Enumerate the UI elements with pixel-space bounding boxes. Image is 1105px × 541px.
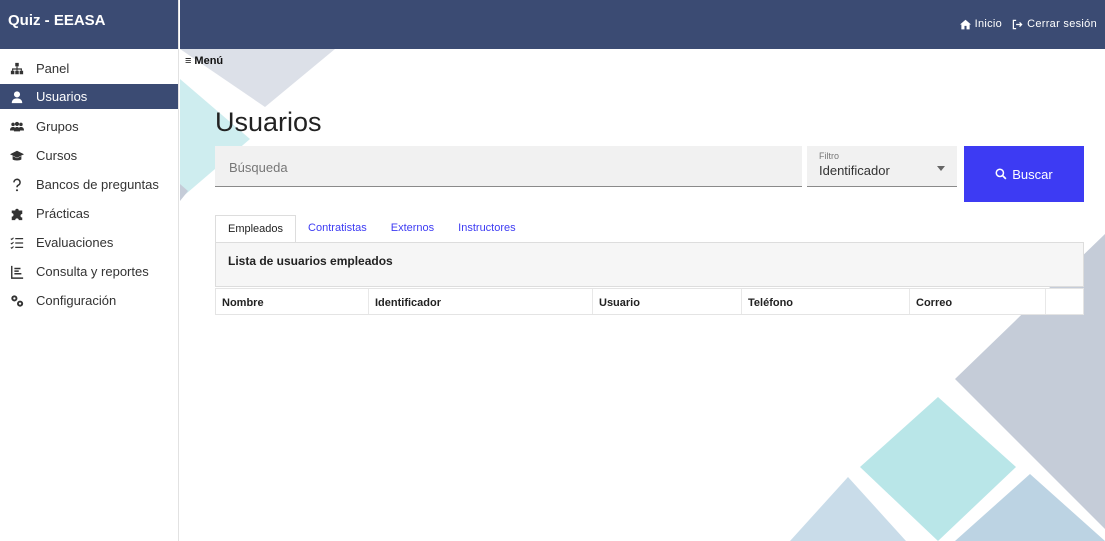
sidebar-item-label: Evaluaciones <box>36 235 114 250</box>
sidebar: Quiz - EEASA Panel Usuarios Grupos Curso… <box>0 0 179 541</box>
filter-select[interactable]: Filtro Identificador <box>807 146 957 187</box>
tab-instructores[interactable]: Instructores <box>446 215 527 243</box>
column-header-identificador[interactable]: Identificador <box>369 289 593 314</box>
search-button-label: Buscar <box>1012 166 1053 182</box>
sidebar-nav: Panel Usuarios Grupos Cursos Bancos de p… <box>0 49 178 315</box>
sidebar-item-consulta-y-reportes[interactable]: Consulta y reportes <box>0 257 178 286</box>
sidebar-item-evaluaciones[interactable]: Evaluaciones <box>0 228 178 257</box>
sidebar-item-label: Prácticas <box>36 206 90 221</box>
top-bar: Inicio Cerrar sesión <box>180 0 1105 49</box>
table-header: Nombre Identificador Usuario Teléfono Co… <box>215 288 1084 315</box>
logout-icon <box>1012 19 1023 29</box>
home-icon <box>959 19 971 29</box>
gears-icon <box>8 294 26 308</box>
question-icon <box>8 178 26 192</box>
sidebar-item-practicas[interactable]: Prácticas <box>0 199 178 228</box>
sidebar-item-bancos-de-preguntas[interactable]: Bancos de preguntas <box>0 170 178 199</box>
menu-label: Menú <box>194 55 224 67</box>
puzzle-icon <box>8 207 26 221</box>
column-header-nombre[interactable]: Nombre <box>216 289 369 314</box>
home-link[interactable]: Inicio <box>959 18 1003 30</box>
sidebar-item-label: Panel <box>36 61 70 76</box>
sidebar-item-usuarios[interactable]: Usuarios <box>0 84 178 109</box>
top-links: Inicio Cerrar sesión <box>959 18 1097 30</box>
panel-heading: Lista de usuarios empleados <box>215 242 1084 287</box>
user-type-tabs: Empleados Contratistas Externos Instruct… <box>215 215 528 243</box>
sidebar-item-label: Grupos <box>36 119 79 134</box>
sidebar-item-label: Consulta y reportes <box>36 264 149 279</box>
report-icon <box>8 265 26 279</box>
sidebar-item-label: Bancos de preguntas <box>36 177 159 192</box>
filter-label: Filtro <box>819 151 839 161</box>
sidebar-item-grupos[interactable]: Grupos <box>0 112 178 141</box>
tab-empleados[interactable]: Empleados <box>215 215 297 243</box>
column-header-usuario[interactable]: Usuario <box>593 289 742 314</box>
sidebar-item-cursos[interactable]: Cursos <box>0 141 178 170</box>
search-placeholder: Búsqueda <box>229 160 288 175</box>
panel-title: Lista de usuarios empleados <box>228 254 393 268</box>
home-link-label: Inicio <box>974 18 1003 30</box>
logout-link-label: Cerrar sesión <box>1027 18 1097 30</box>
sidebar-item-label: Configuración <box>36 293 117 308</box>
search-icon <box>995 168 1007 180</box>
sidebar-item-configuracion[interactable]: Configuración <box>0 286 178 315</box>
tab-externos[interactable]: Externos <box>379 215 446 243</box>
sidebar-item-label: Usuarios <box>36 89 88 104</box>
menu-toggle[interactable]: ≡ Menú <box>185 55 223 67</box>
sidebar-item-panel[interactable]: Panel <box>0 54 178 83</box>
sitemap-icon <box>8 62 26 76</box>
logout-link[interactable]: Cerrar sesión <box>1012 18 1097 30</box>
users-icon <box>8 120 26 134</box>
app-title: Quiz - EEASA <box>0 0 178 49</box>
search-input[interactable]: Búsqueda <box>215 146 802 187</box>
sidebar-item-label: Cursos <box>36 148 78 163</box>
column-header-correo[interactable]: Correo <box>910 289 1046 314</box>
user-icon <box>8 90 26 104</box>
list-icon <box>8 236 26 250</box>
hamburger-icon: ≡ <box>185 55 192 67</box>
column-header-telefono[interactable]: Teléfono <box>742 289 910 314</box>
dropdown-caret-icon <box>937 166 945 171</box>
column-header-actions <box>1046 289 1083 314</box>
page-title: Usuarios <box>215 107 322 137</box>
tab-contratistas[interactable]: Contratistas <box>296 215 379 243</box>
main-content: ≡ Menú Usuarios Búsqueda Filtro Identifi… <box>180 49 1105 541</box>
graduation-cap-icon <box>8 149 26 163</box>
search-button[interactable]: Buscar <box>964 146 1084 202</box>
